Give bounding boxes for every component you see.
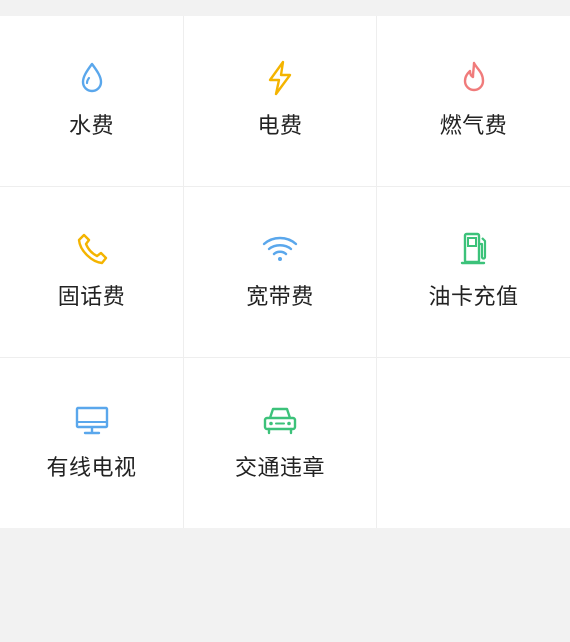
- gas-bill-button[interactable]: 燃气费: [377, 16, 570, 187]
- flame-icon: [454, 58, 494, 98]
- lightning-icon: [260, 58, 300, 98]
- cable-tv-button[interactable]: 有线电视: [0, 358, 184, 528]
- empty-grid-cell: [377, 358, 570, 528]
- traffic-violation-button[interactable]: 交通违章: [184, 358, 377, 528]
- cable-tv-label: 有线电视: [46, 456, 137, 481]
- broadband-bill-label: 宽带费: [246, 285, 314, 310]
- water-bill-label: 水费: [68, 114, 114, 139]
- broadband-bill-button[interactable]: 宽带费: [184, 187, 377, 358]
- traffic-violation-label: 交通违章: [234, 456, 325, 481]
- water-drop-icon: [72, 58, 112, 98]
- fuel-pump-icon: [454, 229, 494, 269]
- phone-icon: [72, 229, 112, 269]
- electricity-bill-label: 电费: [257, 114, 303, 139]
- service-grid: 水费 电费 燃气费 固话费 宽带费 油卡充值 有线电视 交通违章: [0, 16, 570, 528]
- fuel-card-topup-button[interactable]: 油卡充值: [377, 187, 570, 358]
- wifi-icon: [260, 229, 300, 269]
- fuel-card-topup-label: 油卡充值: [428, 285, 519, 310]
- electricity-bill-button[interactable]: 电费: [184, 16, 377, 187]
- water-bill-button[interactable]: 水费: [0, 16, 184, 187]
- tv-monitor-icon: [72, 400, 112, 440]
- car-icon: [260, 400, 300, 440]
- landline-bill-button[interactable]: 固话费: [0, 187, 184, 358]
- landline-bill-label: 固话费: [57, 285, 126, 310]
- gas-bill-label: 燃气费: [439, 114, 508, 139]
